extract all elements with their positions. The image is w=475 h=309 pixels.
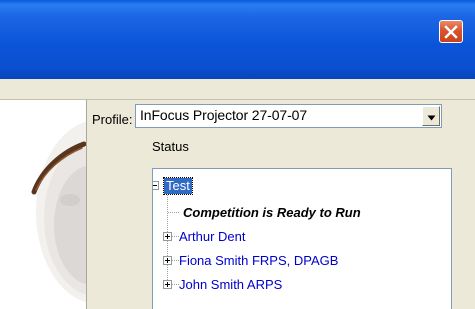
expand-plus-icon[interactable] [163, 232, 172, 241]
tree-item-entrant[interactable]: Fiona Smith FRPS, DPAGB [179, 253, 338, 269]
tree-item-entrant[interactable]: Arthur Dent [179, 229, 245, 245]
close-x-icon [444, 24, 458, 39]
profile-dropdown[interactable]: InFocus Projector 27-07-07 [135, 104, 442, 128]
image-preview-panel [0, 100, 87, 309]
tree-item-entrant[interactable]: John Smith ARPS [179, 277, 282, 293]
expand-plus-icon[interactable] [163, 256, 172, 265]
profile-label: Profile: [92, 112, 133, 127]
status-message: Competition is Ready to Run [183, 205, 361, 220]
image-preview [0, 100, 86, 309]
tree-root-node[interactable]: Test [163, 177, 193, 195]
dropdown-arrow-button[interactable] [422, 106, 440, 126]
status-label: Status [152, 139, 189, 154]
chevron-down-icon [427, 109, 436, 124]
status-tree[interactable]: Test Competition is Ready to Run Arthur … [152, 168, 452, 309]
collapse-minus-icon[interactable] [153, 181, 159, 190]
toolbar-strip [0, 79, 475, 100]
profile-value: InFocus Projector 27-07-07 [140, 107, 308, 123]
expand-plus-icon[interactable] [163, 280, 172, 289]
title-bar [0, 0, 475, 79]
close-button[interactable] [439, 20, 463, 43]
